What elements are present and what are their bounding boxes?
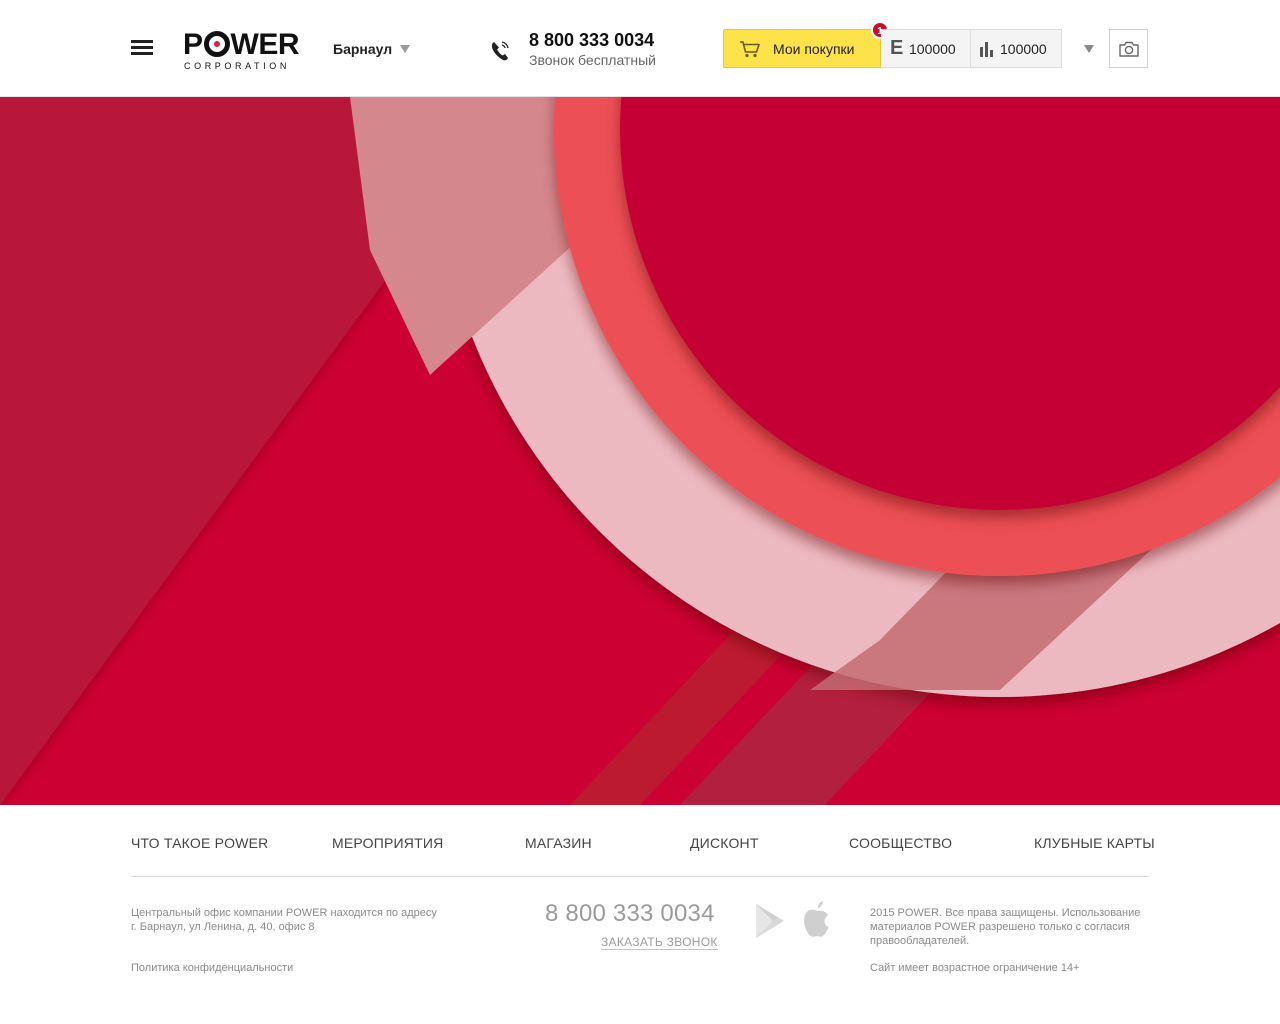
chevron-down-icon xyxy=(400,45,411,54)
footer-phone-number[interactable]: 8 800 333 0034 xyxy=(545,900,715,928)
logo-subtitle: CORPORATION xyxy=(184,61,290,71)
header-phone-number[interactable]: 8 800 333 0034 xyxy=(529,30,654,51)
privacy-policy-link[interactable]: Политика конфиденциальности xyxy=(131,962,293,974)
footer-address: Центральный офис компании POWER находитс… xyxy=(131,906,471,934)
footer-nav-discount[interactable]: ДИСКОНТ xyxy=(690,835,759,851)
footer-nav-shop[interactable]: МАГАЗИН xyxy=(525,835,592,851)
header-phone-note: Звонок бесплатный xyxy=(529,52,656,68)
footer-copyright: 2015 POWER. Все права защищены. Использо… xyxy=(870,907,1141,947)
points-balance[interactable]: 100000 xyxy=(971,29,1062,68)
footer-address-line1: Центральный офис компании POWER находитс… xyxy=(131,907,437,919)
footer-nav-events[interactable]: МЕРОПРИЯТИЯ xyxy=(332,835,443,851)
menu-icon[interactable] xyxy=(131,40,153,58)
cart-label: Мои покупки xyxy=(773,41,855,57)
logo[interactable]: P WER CORPORATION xyxy=(183,28,303,72)
hero-background-graphic xyxy=(0,97,1280,805)
e-balance-value: 100000 xyxy=(909,41,956,57)
city-name: Барнаул xyxy=(333,41,393,57)
footer-nav-club-cards[interactable]: КЛУБНЫЕ КАРТЫ xyxy=(1034,835,1155,851)
cart-icon xyxy=(740,41,760,58)
request-callback-link[interactable]: ЗАКАЗАТЬ ЗВОНОК xyxy=(601,935,718,950)
logo-wordmark: P WER xyxy=(183,28,300,61)
chevron-down-icon[interactable] xyxy=(1084,45,1094,53)
footer-address-line2: г. Барнаул, ул Ленина, д. 40, офис 8 xyxy=(131,921,315,933)
site-header: P WER CORPORATION Барнаул 8 800 333 0034 … xyxy=(0,0,1280,97)
e-balance[interactable]: E 100000 xyxy=(881,29,971,68)
camera-button[interactable] xyxy=(1109,29,1148,68)
footer-nav-community[interactable]: СООБЩЕСТВО xyxy=(849,835,952,851)
apple-icon[interactable] xyxy=(801,900,833,938)
bar-chart-icon xyxy=(980,42,993,57)
e-currency-icon: E xyxy=(890,37,904,59)
google-play-icon[interactable] xyxy=(754,903,786,939)
phone-icon xyxy=(491,41,509,61)
points-balance-value: 100000 xyxy=(1000,41,1047,57)
hero-banner xyxy=(0,97,1280,805)
my-purchases-button[interactable]: Мои покупки xyxy=(723,29,881,68)
footer-nav: ЧТО ТАКОЕ POWER МЕРОПРИЯТИЯ МАГАЗИН ДИСК… xyxy=(131,835,1155,855)
camera-icon xyxy=(1119,41,1139,57)
footer-divider xyxy=(131,876,1149,877)
footer-nav-what-is-power[interactable]: ЧТО ТАКОЕ POWER xyxy=(131,835,268,851)
city-selector[interactable]: Барнаул xyxy=(333,41,411,57)
footer-age-notice: Сайт имеет возрастное ограничение 14+ xyxy=(870,962,1080,974)
